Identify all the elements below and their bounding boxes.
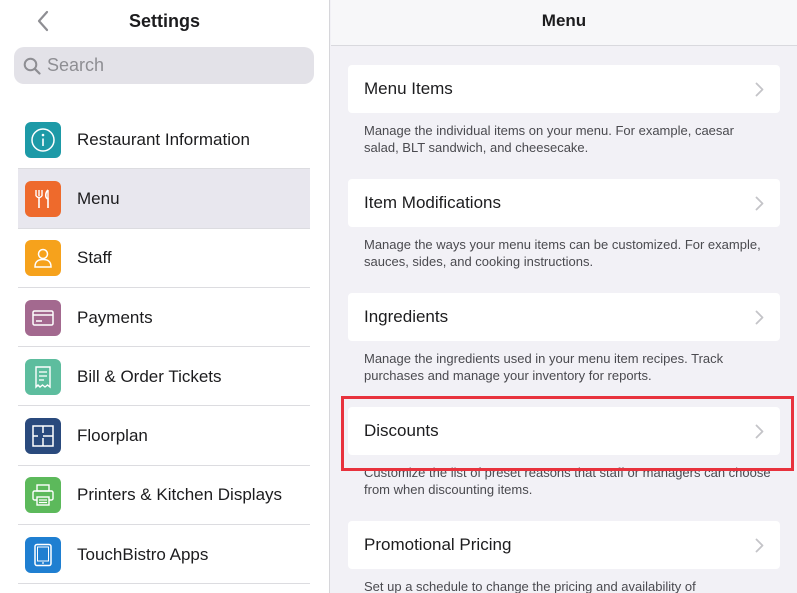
settings-app: Settings Search Restaurant Information M… xyxy=(0,0,797,593)
sidebar-item-label: Payments xyxy=(77,307,153,327)
sidebar-item-label: Bill & Order Tickets xyxy=(77,366,222,386)
row-description: Manage the ingredients used in your menu… xyxy=(364,351,724,383)
chevron-right-icon xyxy=(755,424,764,438)
row-description: Manage the ways your menu items can be c… xyxy=(364,237,761,269)
row-description: Manage the individual items on your menu… xyxy=(364,123,734,155)
info-icon xyxy=(25,121,61,158)
sidebar-item-touchbistro-apps[interactable]: TouchBistro Apps xyxy=(18,525,310,585)
printer-icon xyxy=(25,477,61,514)
search-placeholder: Search xyxy=(47,55,105,75)
page-title: Menu xyxy=(331,0,797,46)
tablet-icon xyxy=(25,536,61,573)
ingredients-row[interactable]: Ingredients xyxy=(348,293,780,341)
sidebar-item-label: TouchBistro Apps xyxy=(77,544,209,564)
row-description: Set up a schedule to change the pricing … xyxy=(364,579,696,593)
discounts-section: Discounts Customize the list of preset r… xyxy=(348,407,780,498)
floorplan-icon xyxy=(25,418,61,455)
sidebar-item-label: Printers & Kitchen Displays xyxy=(77,485,283,505)
promotional-pricing-row[interactable]: Promotional Pricing xyxy=(348,521,780,569)
item-modifications-section: Item Modifications Manage the ways your … xyxy=(348,179,780,270)
sidebar-item-floorplan[interactable]: Floorplan xyxy=(18,406,310,467)
sidebar-item-restaurant-information[interactable]: Restaurant Information xyxy=(18,110,310,170)
discounts-row[interactable]: Discounts xyxy=(348,407,780,455)
menu-items-section: Menu Items Manage the individual items o… xyxy=(348,65,780,156)
sidebar-header: Settings xyxy=(0,0,329,42)
fork-knife-icon xyxy=(25,180,61,217)
card-icon xyxy=(25,299,61,336)
person-icon xyxy=(25,240,61,277)
item-modifications-row[interactable]: Item Modifications xyxy=(348,179,780,227)
sidebar-item-label: Staff xyxy=(77,248,112,268)
row-label: Promotional Pricing xyxy=(364,535,512,554)
sidebar-item-label: Restaurant Information xyxy=(77,129,250,149)
sidebar-item-staff[interactable]: Staff xyxy=(18,229,310,289)
chevron-right-icon xyxy=(755,196,764,210)
row-label: Discounts xyxy=(364,421,439,440)
search-icon xyxy=(23,57,41,75)
row-description: Customize the list of preset reasons tha… xyxy=(364,465,771,497)
chevron-right-icon xyxy=(755,82,764,96)
promotional-pricing-section: Promotional Pricing Set up a schedule to… xyxy=(348,521,780,593)
menu-detail-pane: Menu Menu Items Manage the individual it… xyxy=(331,0,797,593)
ingredients-section: Ingredients Manage the ingredients used … xyxy=(348,293,780,384)
row-label: Item Modifications xyxy=(364,193,501,212)
chevron-right-icon xyxy=(755,538,764,552)
sidebar-item-label: Floorplan xyxy=(77,426,148,446)
search-input[interactable]: Search xyxy=(14,47,314,84)
sidebar-item-bill-order-tickets[interactable]: Bill & Order Tickets xyxy=(18,347,310,407)
sidebar-item-payments[interactable]: Payments xyxy=(18,288,310,348)
settings-nav-list: Restaurant Information Menu Staff Paymen… xyxy=(18,110,310,585)
sidebar-title: Settings xyxy=(128,11,200,31)
chevron-right-icon xyxy=(755,310,764,324)
settings-sidebar: Settings Search Restaurant Information M… xyxy=(0,0,330,593)
sidebar-item-menu[interactable]: Menu xyxy=(18,169,310,229)
sidebar-item-label: Menu xyxy=(77,188,120,208)
row-label: Menu Items xyxy=(364,79,453,98)
receipt-icon xyxy=(25,358,61,395)
menu-items-row[interactable]: Menu Items xyxy=(348,65,780,113)
sidebar-item-printers-kitchen-displays[interactable]: Printers & Kitchen Displays xyxy=(18,466,310,526)
row-label: Ingredients xyxy=(364,307,449,326)
